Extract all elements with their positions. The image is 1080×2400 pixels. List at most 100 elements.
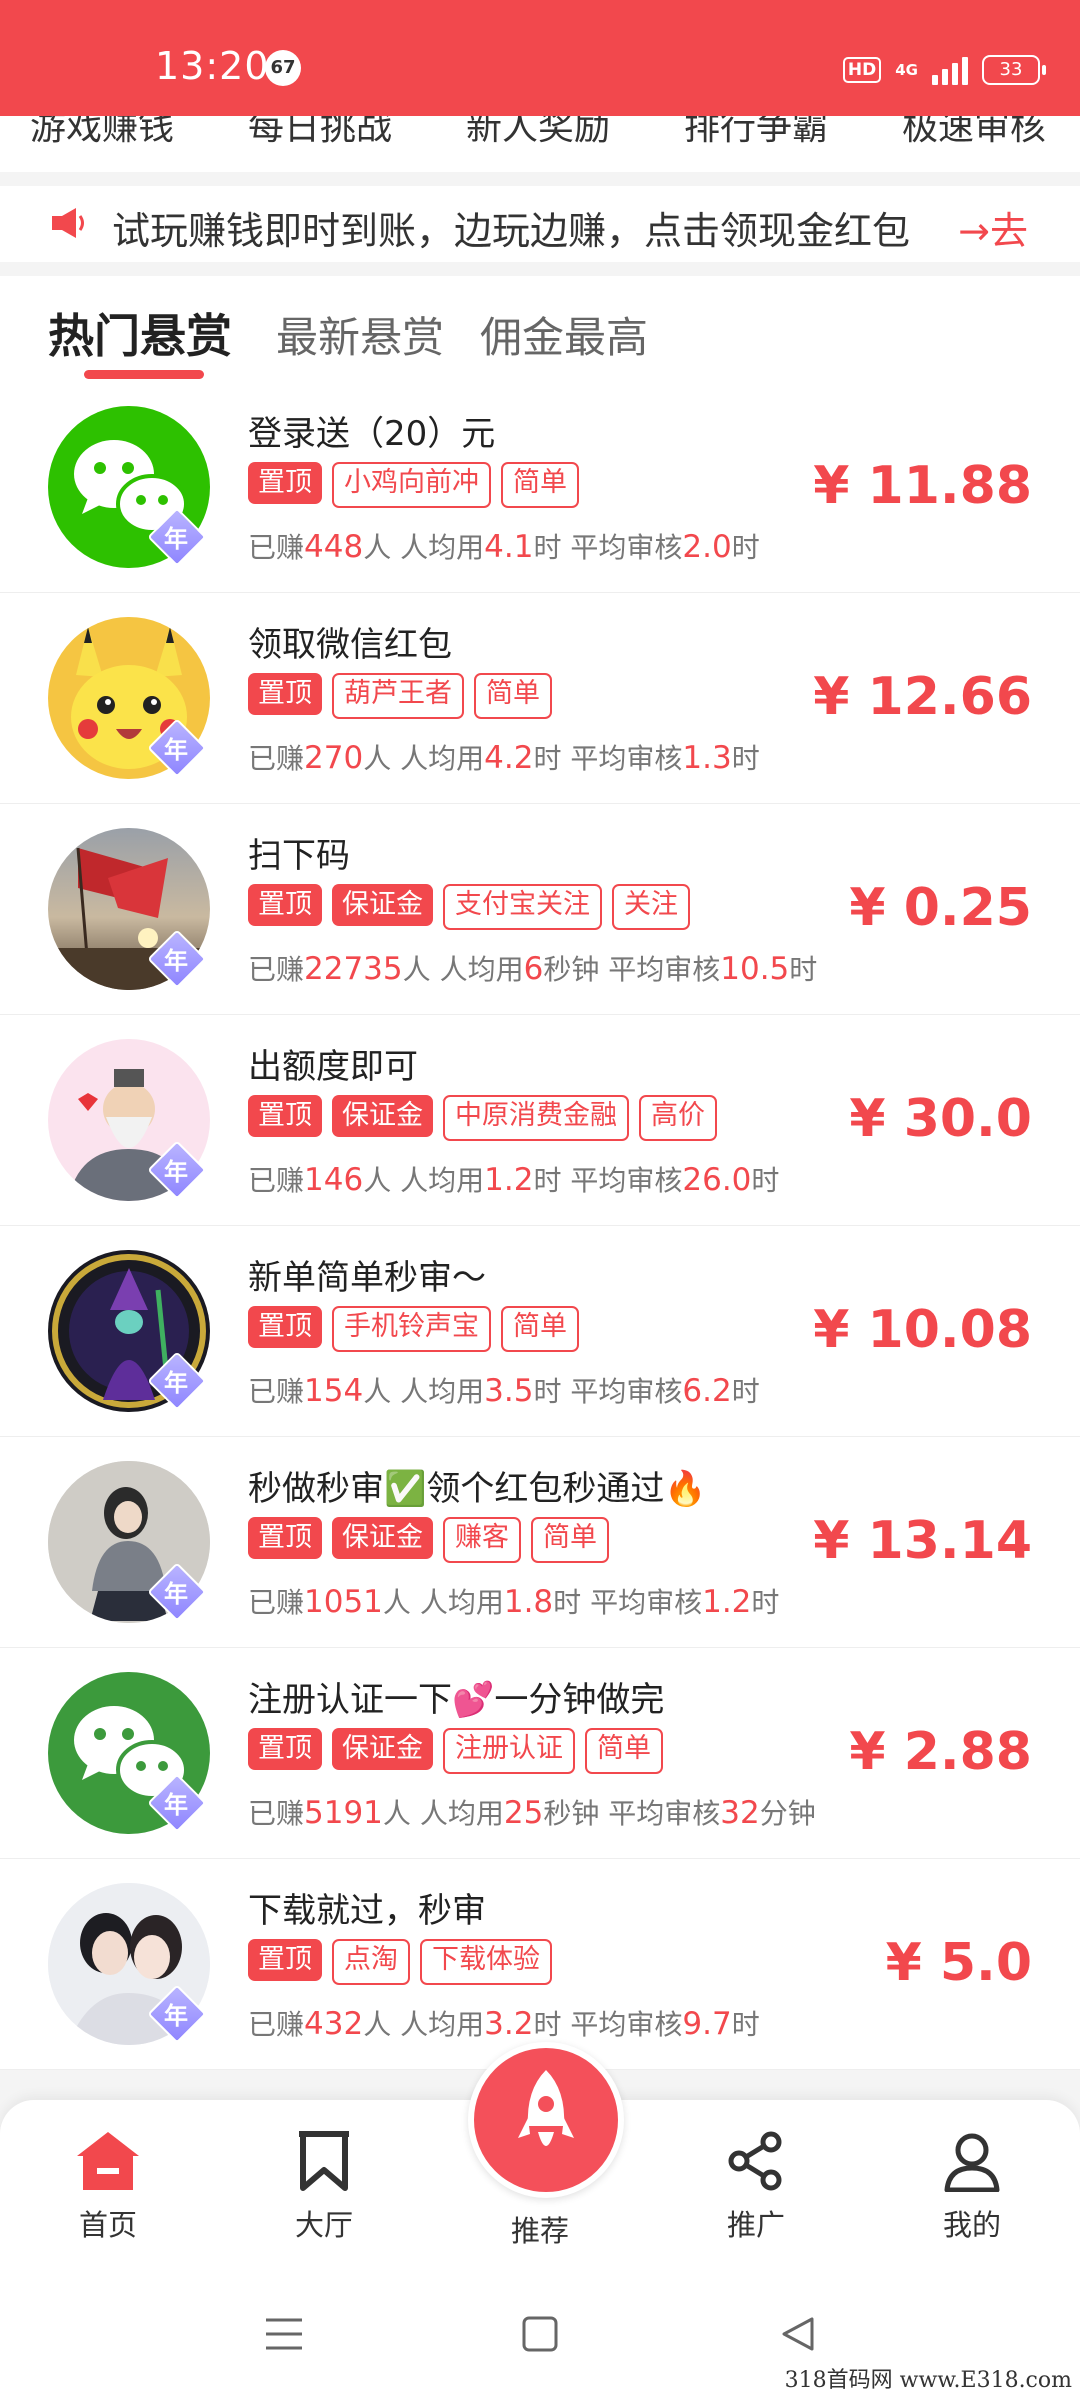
tag-pinned: 置顶 (248, 1728, 322, 1770)
task-tags: 置顶 小鸡向前冲 简单 (248, 462, 579, 508)
task-stats: 已赚146人 人均用1.2时 平均审核26.0时 (248, 1162, 780, 1198)
annual-badge-icon: 年 (147, 1984, 207, 2044)
notification-count-badge: 67 (265, 50, 301, 86)
tag: 关注 (612, 884, 690, 930)
tag: 支付宝关注 (443, 884, 602, 930)
category-item[interactable]: 排行争霸 (684, 116, 828, 150)
task-stats: 已赚432人 人均用3.2时 平均审核9.7时 (248, 2006, 760, 2042)
task-tabs: 热门悬赏 最新悬赏 佣金最高 (0, 276, 1080, 383)
tab-newest[interactable]: 最新悬赏 (276, 304, 444, 365)
tag-deposit: 保证金 (332, 1728, 433, 1770)
tag-pinned: 置顶 (248, 1517, 322, 1559)
tag-deposit: 保证金 (332, 1095, 433, 1137)
task-item[interactable]: 年 扫下码 置顶 保证金 支付宝关注 关注 已赚22735人 人均用6秒钟 平均… (0, 804, 1080, 1015)
tag-pinned: 置顶 (248, 462, 322, 504)
task-tags: 置顶 点淘 下载体验 (248, 1939, 552, 1985)
category-item[interactable]: 游戏赚钱 (30, 116, 174, 150)
tag: 点淘 (332, 1939, 410, 1985)
annual-badge-icon: 年 (147, 929, 207, 989)
task-tags: 置顶 保证金 中原消费金融 高价 (248, 1095, 717, 1141)
tag: 手机铃声宝 (332, 1306, 491, 1352)
task-tags: 置顶 葫芦王者 简单 (248, 673, 552, 719)
task-item[interactable]: 年 登录送（20）元 置顶 小鸡向前冲 简单 已赚448人 人均用4.1时 平均… (0, 382, 1080, 593)
task-title: 新单简单秒审～ (248, 1258, 486, 1298)
active-tab-indicator (84, 370, 204, 379)
tag: 注册认证 (443, 1728, 575, 1774)
task-stats: 已赚5191人 人均用25秒钟 平均审核32分钟 (248, 1795, 816, 1831)
hall-bookmark-icon (299, 2131, 349, 2191)
tab-highest-commission[interactable]: 佣金最高 (480, 304, 648, 365)
divider (0, 172, 1080, 186)
tag: 简单 (501, 462, 579, 508)
divider (0, 262, 1080, 276)
task-item[interactable]: 年 注册认证一下💕一分钟做完 置顶 保证金 注册认证 简单 已赚5191人 人均… (0, 1648, 1080, 1859)
nav-mine[interactable]: 我的 (902, 2130, 1042, 2244)
annual-badge-icon: 年 (147, 718, 207, 778)
tag-pinned: 置顶 (248, 884, 322, 926)
battery-icon: 33 (982, 55, 1046, 85)
home-icon (77, 2132, 139, 2190)
task-title: 登录送（20）元 (248, 414, 496, 454)
tag: 简单 (585, 1728, 663, 1774)
annual-badge-icon: 年 (147, 507, 207, 567)
network-type: 4G (895, 61, 918, 79)
task-price: ¥ 0.25 (849, 878, 1032, 938)
notice-text: 试玩赚钱即时到账，边玩边赚，点击领现金红包 (112, 209, 911, 253)
rocket-icon (518, 2070, 574, 2146)
system-nav-bar: 318首码网 www.E318.com (0, 2260, 1080, 2400)
hd-icon: HD (842, 57, 882, 83)
task-tags: 置顶 保证金 注册认证 简单 (248, 1728, 663, 1774)
category-item[interactable]: 新人奖励 (466, 116, 610, 150)
tab-hot[interactable]: 热门悬赏 (48, 300, 232, 366)
tag-deposit: 保证金 (332, 1517, 433, 1559)
nav-recommend-label[interactable]: 推荐 (490, 2208, 590, 2250)
task-price: ¥ 11.88 (813, 456, 1032, 516)
task-stats: 已赚1051人 人均用1.8时 平均审核1.2时 (248, 1584, 780, 1620)
task-price: ¥ 12.66 (813, 667, 1032, 727)
nav-home[interactable]: 首页 (38, 2130, 178, 2244)
tag: 下载体验 (420, 1939, 552, 1985)
task-item[interactable]: 年 秒做秒审✅领个红包秒通过🔥 置顶 保证金 赚客 简单 已赚1051人 人均用… (0, 1437, 1080, 1648)
clock: 13:20 (155, 44, 270, 88)
annual-badge-icon: 年 (147, 1773, 207, 1833)
task-title: 注册认证一下💕一分钟做完 (248, 1680, 665, 1720)
tag-pinned: 置顶 (248, 1095, 322, 1137)
annual-badge-icon: 年 (147, 1562, 207, 1622)
task-item[interactable]: 年 领取微信红包 置顶 葫芦王者 简单 已赚270人 人均用4.2时 平均审核1… (0, 593, 1080, 804)
nav-promote[interactable]: 推广 (686, 2130, 826, 2244)
back-icon[interactable] (780, 2316, 816, 2352)
task-title: 领取微信红包 (248, 625, 452, 665)
task-tags: 置顶 手机铃声宝 简单 (248, 1306, 579, 1352)
tag-deposit: 保证金 (332, 884, 433, 926)
task-title: 出额度即可 (248, 1047, 418, 1087)
category-item[interactable]: 每日挑战 (248, 116, 392, 150)
task-stats: 已赚154人 人均用3.5时 平均审核6.2时 (248, 1373, 760, 1409)
task-stats: 已赚270人 人均用4.2时 平均审核1.3时 (248, 740, 760, 776)
task-price: ¥ 10.08 (813, 1300, 1032, 1360)
menu-icon[interactable] (264, 2316, 304, 2352)
home-square-icon[interactable] (522, 2316, 558, 2352)
share-icon (728, 2131, 782, 2191)
task-item[interactable]: 年 出额度即可 置顶 保证金 中原消费金融 高价 已赚146人 人均用1.2时 … (0, 1015, 1080, 1226)
status-bar: 13:20 67 HD 4G 33 (0, 0, 1080, 116)
annual-badge-icon: 年 (147, 1140, 207, 1200)
tag-pinned: 置顶 (248, 1939, 322, 1981)
task-item[interactable]: 年 下载就过，秒审 置顶 点淘 下载体验 已赚432人 人均用3.2时 平均审核… (0, 1859, 1080, 2070)
nav-hall[interactable]: 大厅 (254, 2130, 394, 2244)
task-list: 年 登录送（20）元 置顶 小鸡向前冲 简单 已赚448人 人均用4.1时 平均… (0, 382, 1080, 2070)
tag: 简单 (474, 673, 552, 719)
task-stats: 已赚22735人 人均用6秒钟 平均审核10.5时 (248, 951, 818, 987)
tag: 简单 (531, 1517, 609, 1563)
notice-go-link[interactable]: →去 (958, 200, 1028, 255)
status-icons: HD 4G 33 (842, 50, 1046, 90)
category-row: 游戏赚钱 每日挑战 新人奖励 排行争霸 极速审核 (0, 116, 1080, 172)
nav-recommend-button[interactable] (468, 2042, 624, 2198)
category-item[interactable]: 极速审核 (902, 116, 1046, 150)
task-price: ¥ 30.0 (849, 1089, 1032, 1149)
task-price: ¥ 2.88 (849, 1722, 1032, 1782)
notice-bar[interactable]: 试玩赚钱即时到账，边玩边赚，点击领现金红包 →去 (0, 186, 1080, 262)
watermark-text: 318首码网 www.E318.com (784, 2368, 1072, 2393)
tag: 高价 (639, 1095, 717, 1141)
task-item[interactable]: 年 新单简单秒审～ 置顶 手机铃声宝 简单 已赚154人 人均用3.5时 平均审… (0, 1226, 1080, 1437)
user-icon (944, 2133, 1000, 2193)
